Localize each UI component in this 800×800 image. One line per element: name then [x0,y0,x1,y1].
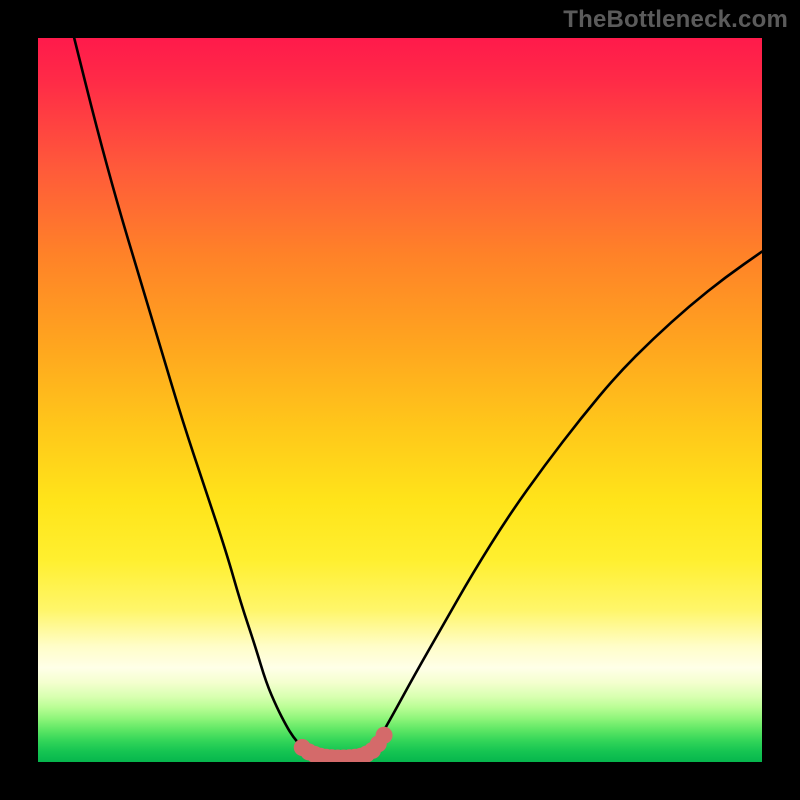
plot-area [38,38,762,762]
valley-markers [294,727,393,762]
watermark-text: TheBottleneck.com [563,6,788,34]
bottleneck-curve [74,38,762,758]
curves-layer [38,38,762,762]
valley-marker [376,727,393,744]
chart-frame: TheBottleneck.com [0,0,800,800]
